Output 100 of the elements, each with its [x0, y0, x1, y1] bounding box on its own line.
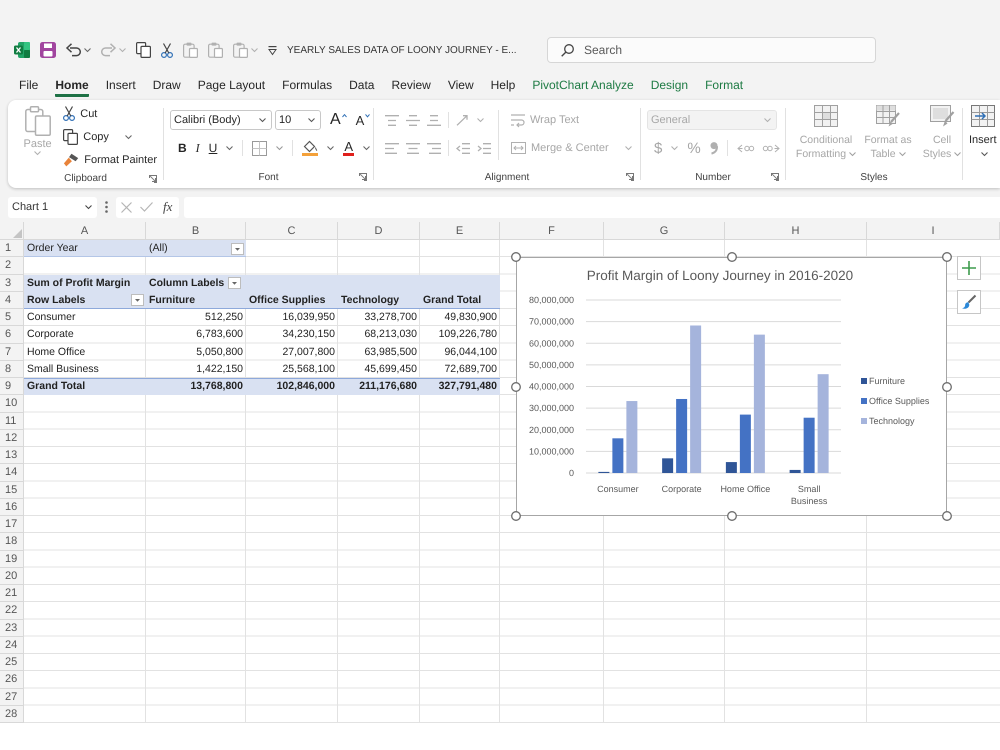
caret-icon[interactable]	[84, 48, 91, 52]
copy-icon[interactable]	[136, 42, 151, 58]
underline-button[interactable]: U	[208, 141, 218, 155]
row-header[interactable]: 16	[0, 498, 24, 516]
row-header[interactable]: 18	[0, 533, 24, 550]
menu-tab[interactable]: File	[19, 78, 38, 97]
menu-tab[interactable]: Help	[490, 78, 516, 97]
copy-icon	[63, 128, 78, 144]
row-header[interactable]: 17	[0, 516, 24, 534]
row-header[interactable]: 8	[0, 360, 24, 378]
dialog-launcher-icon[interactable]	[626, 173, 634, 181]
row-header[interactable]: 11	[0, 412, 24, 430]
menu-tab[interactable]: Formulas	[282, 78, 332, 97]
row-header[interactable]: 9	[0, 378, 24, 396]
save-icon[interactable]	[40, 42, 56, 58]
y-axis-label: 0	[568, 468, 574, 478]
menu-tab[interactable]: Draw	[152, 78, 181, 97]
row-header[interactable]: 15	[0, 482, 24, 499]
row-header[interactable]: 23	[0, 620, 24, 637]
search-box[interactable]: Search	[547, 37, 876, 63]
italic-button[interactable]: I	[196, 140, 200, 156]
column-header[interactable]: E	[420, 222, 500, 240]
filter-dropdown-icon[interactable]	[228, 277, 242, 290]
caret-icon[interactable]	[308, 118, 315, 122]
chart-elements-button[interactable]	[957, 256, 981, 280]
column-header[interactable]: G	[604, 222, 725, 240]
copy-button[interactable]: Copy	[63, 128, 109, 144]
row-header[interactable]: 19	[0, 550, 24, 568]
font-size-dropdown[interactable]: 10	[275, 110, 321, 130]
chart-styles-button[interactable]	[957, 290, 981, 314]
row-header[interactable]: 22	[0, 602, 24, 620]
menu-tab[interactable]: Design	[650, 78, 688, 97]
decrease-font-size-button[interactable]: A	[356, 112, 370, 128]
plus-icon	[962, 261, 976, 275]
row-header[interactable]: 12	[0, 430, 24, 447]
caret-icon[interactable]	[259, 118, 266, 122]
row-header[interactable]: 1	[0, 240, 24, 258]
filter-dropdown-icon[interactable]	[131, 294, 144, 306]
search-input[interactable]: Search	[584, 43, 784, 57]
customize-toolbar-icon[interactable]	[268, 46, 277, 54]
row-header[interactable]: 21	[0, 585, 24, 602]
menu-tab[interactable]: Format	[705, 78, 744, 97]
menu-tab[interactable]: Home	[55, 78, 89, 97]
dialog-launcher-icon[interactable]	[771, 173, 779, 181]
caret-icon[interactable]	[980, 152, 988, 156]
row-header[interactable]: 25	[0, 654, 24, 672]
menu-tab[interactable]: Insert	[106, 78, 136, 97]
menu-tab[interactable]: Data	[349, 78, 374, 97]
column-header[interactable]: F	[500, 222, 604, 240]
pivot-value: 96,044,100	[443, 346, 498, 359]
column-header[interactable]: I	[867, 222, 1000, 240]
spreadsheet-app-icon[interactable]	[14, 42, 30, 58]
row-header[interactable]: 27	[0, 688, 24, 706]
row-header[interactable]: 28	[0, 706, 24, 723]
cut-button[interactable]: Cut	[63, 106, 98, 121]
more-icon[interactable]	[105, 201, 108, 213]
chart-area[interactable]	[516, 257, 947, 516]
caret-icon[interactable]	[327, 146, 334, 150]
filter-dropdown-icon[interactable]	[231, 242, 244, 255]
caret-icon[interactable]	[85, 205, 92, 209]
row-header[interactable]: 7	[0, 344, 24, 361]
row-header[interactable]: 10	[0, 395, 24, 412]
column-header[interactable]: A	[24, 222, 146, 240]
row-header[interactable]: 13	[0, 447, 24, 464]
undo-icon[interactable]	[66, 43, 81, 57]
menu-tab[interactable]: Page Layout	[198, 78, 266, 97]
row-label: Home Office	[26, 346, 86, 359]
row-header[interactable]: 4	[0, 292, 24, 309]
row-header[interactable]: 2	[0, 257, 24, 274]
dialog-launcher-icon[interactable]	[149, 174, 157, 182]
insert-cells-button[interactable]: Insert	[969, 105, 997, 161]
caret-icon[interactable]	[226, 146, 234, 150]
font-color-button[interactable]: A	[343, 140, 354, 156]
menu-tab[interactable]: PivotChart Analyze	[532, 78, 634, 97]
row-header[interactable]: 14	[0, 464, 24, 482]
increase-font-size-button[interactable]: A	[330, 111, 347, 129]
insert-function-button[interactable]: fx	[161, 199, 174, 215]
row-header[interactable]: 5	[0, 309, 24, 326]
column-header[interactable]: C	[246, 222, 338, 240]
row-header[interactable]: 24	[0, 636, 24, 654]
column-header[interactable]: D	[338, 222, 420, 240]
bold-button[interactable]: B	[178, 141, 187, 155]
dialog-launcher-icon[interactable]	[359, 173, 367, 181]
menu-tab[interactable]: View	[448, 78, 474, 97]
row-header[interactable]: 26	[0, 671, 24, 688]
row-header[interactable]: 3	[0, 274, 24, 292]
name-box[interactable]: Chart 1	[8, 196, 97, 218]
scissors-icon[interactable]	[161, 42, 173, 58]
font-name-dropdown[interactable]: Calibri (Body)	[170, 110, 272, 130]
format-painter-button[interactable]: Format Painter	[63, 152, 157, 166]
fill-color-icon[interactable]	[302, 140, 318, 156]
caret-icon[interactable]	[124, 134, 132, 138]
borders-icon[interactable]	[252, 140, 268, 156]
row-header[interactable]: 6	[0, 326, 24, 344]
row-header[interactable]: 20	[0, 568, 24, 585]
menu-tab[interactable]: Review	[391, 78, 431, 97]
merge-center-icon	[511, 142, 526, 154]
column-header[interactable]: H	[725, 222, 867, 240]
column-header[interactable]: B	[146, 222, 246, 240]
caret-icon[interactable]	[363, 146, 370, 150]
